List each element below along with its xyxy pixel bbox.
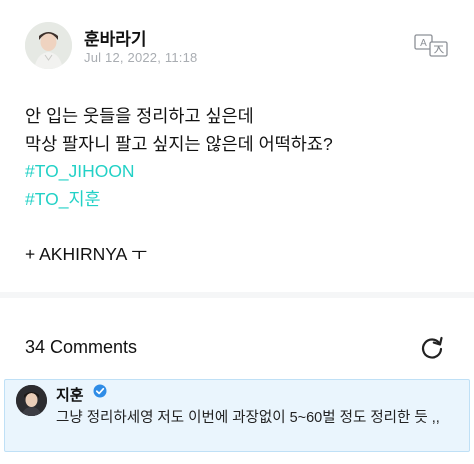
post-timestamp: Jul 12, 2022, 11:18 [84,50,198,65]
comment-card[interactable]: 지훈 그냥 정리하세영 저도 이번에 과장없이 5~60벌 정도 정리한 듯 ,… [4,379,470,452]
post-signature: + AKHIRNYA ㅜ [25,243,148,264]
author-avatar[interactable] [25,22,72,69]
commenter-avatar[interactable] [16,385,47,416]
comments-count: 34 Comments [25,337,138,357]
refresh-icon[interactable] [418,334,446,362]
post-line: 안 입는 웃들을 정리하고 싶은데 [25,106,254,126]
svg-text:A: A [420,38,427,49]
comment-text: 그냥 정리하세영 저도 이번에 과장없이 5~60벌 정도 정리한 듯 ,, [56,410,440,426]
post-body: 안 입는 웃들을 정리하고 싶은데 막상 팔자니 팔고 싶지는 않은데 어떡하죠… [25,103,333,268]
hashtag-link[interactable]: #TO_JIHOON [25,158,333,186]
hashtag-link[interactable]: #TO_지훈 [25,186,333,214]
post-line: 막상 팔자니 팔고 싶지는 않은데 어떡하죠? [25,133,333,154]
commenter-name[interactable]: 지훈 [56,384,84,405]
verified-badge-icon [93,384,107,398]
translate-icon[interactable]: A [414,33,450,59]
section-divider [0,292,474,298]
avatar-image [25,22,72,69]
commenter-avatar-image [16,385,47,416]
author-name[interactable]: 훈바라기 [84,25,147,50]
